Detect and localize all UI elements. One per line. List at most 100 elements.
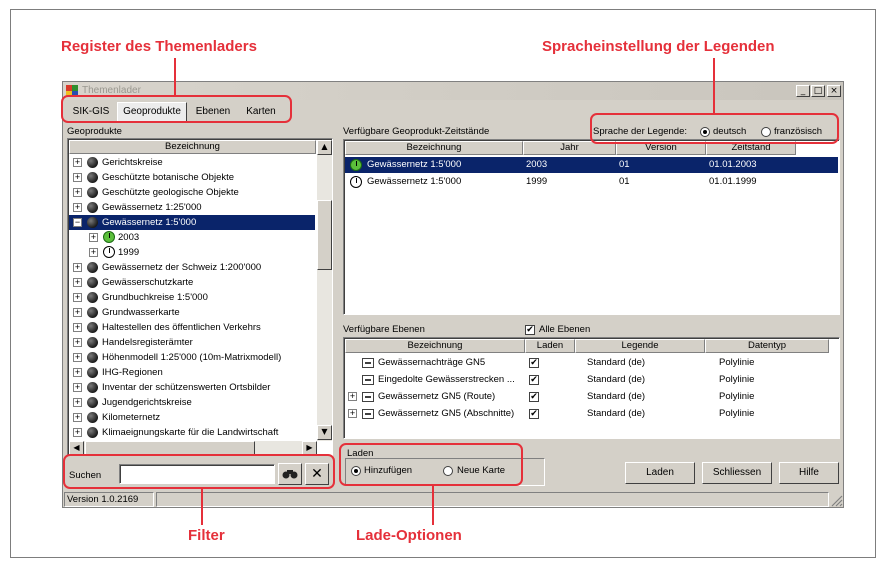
table-row[interactable]: + Gewässernetz GN5 (Abschnitte) ✔ Standard … (345, 406, 838, 422)
table-cell: 2003 (526, 159, 548, 170)
connector-lade-optionen (432, 486, 434, 525)
table-row[interactable]: Eingedolte Gewässerstrecken ... ✔ Standard… (345, 372, 838, 388)
scroll-right-button[interactable]: ▶ (302, 441, 317, 455)
expand-icon[interactable]: + (73, 158, 82, 167)
expand-icon[interactable]: + (73, 383, 82, 392)
tree-item[interactable]: + Gewässernetz 1:25'000 (69, 200, 315, 215)
tree-item[interactable]: + Kilometernetz (69, 410, 315, 425)
zeitstaende-label: Verfügbare Geoprodukt-Zeitstände (343, 126, 490, 137)
tree-item-label: Kilometernetz (102, 412, 161, 423)
table-row[interactable]: Gewässernetz 1:5'000 2003 01 01.01.2003 (345, 157, 838, 173)
scroll-down-button[interactable]: ▼ (317, 425, 332, 440)
tree-item[interactable]: + Gewässerschutzkarte (69, 275, 315, 290)
expand-icon[interactable]: + (73, 173, 82, 182)
expand-icon[interactable]: + (89, 248, 98, 257)
datentyp-cell: Polylinie (719, 357, 755, 368)
expand-icon[interactable]: + (73, 353, 82, 362)
legende-cell[interactable]: Standard (de) (587, 355, 645, 371)
laden-checkbox[interactable]: ✔ (529, 409, 539, 419)
tree-item-label: Gerichtskreise (102, 157, 163, 168)
laden-button[interactable]: Laden (625, 462, 695, 484)
minimize-button[interactable]: _ (796, 85, 810, 97)
expand-icon[interactable]: + (73, 188, 82, 197)
hscroll-thumb[interactable] (85, 441, 255, 455)
table-cell: Gewässernetz 1:5'000 (367, 159, 462, 170)
layer-icon (362, 409, 374, 419)
expand-icon[interactable]: + (73, 308, 82, 317)
tree-horizontal-scrollbar[interactable]: ◀ ▶ (69, 441, 317, 455)
legende-cell[interactable]: Standard (de) (587, 372, 645, 388)
globe-icon (87, 367, 98, 378)
clock-icon-green (103, 231, 115, 243)
callout-sprache: Spracheinstellung der Legenden (542, 38, 775, 55)
datentyp-cell: Polylinie (719, 408, 755, 419)
legende-cell[interactable]: Standard (de) (587, 389, 645, 405)
column-header-datentyp[interactable]: Datentyp (705, 339, 829, 353)
tree-item[interactable]: + Geschützte geologische Objekte (69, 185, 315, 200)
tree-item[interactable]: + Haltestellen des öffentlichen Verkehrs (69, 320, 315, 335)
clock-icon (350, 176, 362, 188)
geoprodukte-label: Geoprodukte (67, 126, 122, 137)
expand-icon[interactable]: + (73, 338, 82, 347)
table-row[interactable]: Gewässernachträge GN5 ✔ Standard (de) Polyl… (345, 355, 838, 371)
tree-item[interactable]: + Geschützte botanische Objekte (69, 170, 315, 185)
tree-item[interactable]: + Gewässernetz der Schweiz 1:200'000 (69, 260, 315, 275)
layer-name: Eingedolte Gewässerstrecken ... (378, 374, 515, 385)
laden-checkbox[interactable]: ✔ (529, 375, 539, 385)
expand-icon[interactable]: + (73, 263, 82, 272)
column-header-bezeichnung[interactable]: Bezeichnung (345, 141, 523, 155)
tree-vertical-scrollbar[interactable]: ▲ ▼ (317, 140, 332, 441)
expand-icon[interactable]: + (73, 323, 82, 332)
maximize-button[interactable]: □ (811, 85, 825, 97)
expand-icon[interactable]: + (348, 409, 357, 418)
layer-name: Gewässernetz GN5 (Route) (378, 391, 496, 402)
collapse-icon[interactable]: − (73, 218, 82, 227)
laden-checkbox[interactable]: ✔ (529, 358, 539, 368)
hilfe-button[interactable]: Hilfe (779, 462, 839, 484)
tree-child-item[interactable]: +1999 (69, 245, 315, 260)
scroll-thumb[interactable] (317, 200, 332, 270)
table-cell: 01.01.1999 (709, 176, 757, 187)
globe-icon (87, 382, 98, 393)
column-header-bezeichnung[interactable]: Bezeichnung (69, 140, 316, 154)
expand-icon[interactable]: + (73, 428, 82, 437)
tree-item[interactable]: − Gewässernetz 1:5'000 (69, 215, 315, 230)
tree-item[interactable]: + Inventar der schützenswerten Ortsbilder (69, 380, 315, 395)
resize-grip-icon[interactable] (830, 494, 843, 507)
tree-item[interactable]: + Klimaeignungskarte für die Landwirtscha… (69, 425, 315, 440)
expand-icon[interactable]: + (73, 368, 82, 377)
tree-item[interactable]: + Jugendgerichtskreise (69, 395, 315, 410)
close-window-button[interactable]: × (827, 85, 841, 97)
laden-checkbox[interactable]: ✔ (529, 392, 539, 402)
expand-icon[interactable]: + (348, 392, 357, 401)
expand-icon[interactable]: + (73, 398, 82, 407)
tree-item-label: Gewässernetz der Schweiz 1:200'000 (102, 262, 262, 273)
expand-icon[interactable]: + (73, 293, 82, 302)
column-header-legende[interactable]: Legende (575, 339, 705, 353)
clock-icon (103, 246, 115, 258)
table-row[interactable]: + Gewässernetz GN5 (Route) ✔ Standard (de) P… (345, 389, 838, 405)
highlight-lade-optionen (339, 443, 523, 486)
tree-item[interactable]: + Gerichtskreise (69, 155, 315, 170)
globe-icon (87, 322, 98, 333)
scroll-left-button[interactable]: ◀ (69, 441, 84, 455)
legende-cell[interactable]: Standard (de) (587, 406, 645, 422)
expand-icon[interactable]: + (89, 233, 98, 242)
globe-icon (87, 157, 98, 168)
tree-child-item[interactable]: +2003 (69, 230, 315, 245)
version-text: Version 1.0.2169 (64, 492, 154, 507)
column-header-laden[interactable]: Laden (525, 339, 575, 353)
expand-icon[interactable]: + (73, 278, 82, 287)
schliessen-button[interactable]: Schliessen (702, 462, 772, 484)
column-header-bezeichnung[interactable]: Bezeichnung (345, 339, 525, 353)
tree-item[interactable]: + IHG-Regionen (69, 365, 315, 380)
table-row[interactable]: Gewässernetz 1:5'000 1999 01 01.01.1999 (345, 174, 838, 190)
tree-item[interactable]: + Höhenmodell 1:25'000 (10m-Matrixmodell) (69, 350, 315, 365)
expand-icon[interactable]: + (73, 413, 82, 422)
tree-item[interactable]: + Grundbuchkreise 1:5'000 (69, 290, 315, 305)
expand-icon[interactable]: + (73, 203, 82, 212)
tree-item[interactable]: + Grundwasserkarte (69, 305, 315, 320)
alle-ebenen-checkbox[interactable]: ✔ (525, 325, 535, 335)
tree-item[interactable]: + Handelsregisterämter (69, 335, 315, 350)
scroll-up-button[interactable]: ▲ (317, 140, 332, 155)
